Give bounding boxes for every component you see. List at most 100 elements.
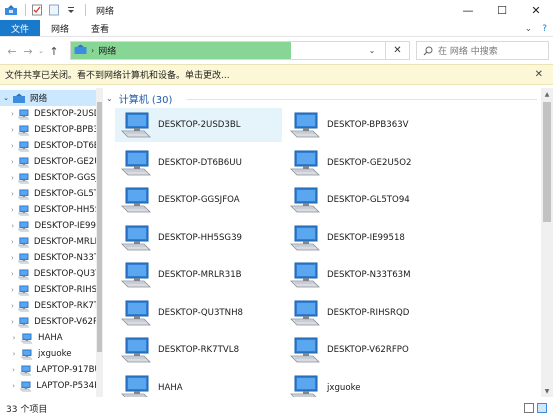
computer-tile[interactable]: DESKTOP-DT6B6UU bbox=[115, 146, 282, 180]
group-collapse-icon[interactable]: ⌄ bbox=[106, 94, 113, 103]
tab-file[interactable]: 文件 bbox=[0, 20, 41, 36]
close-button[interactable]: ✕ bbox=[519, 0, 553, 20]
nav-scroll-thumb[interactable] bbox=[97, 102, 102, 352]
stop-icon[interactable]: ✕ bbox=[385, 42, 409, 59]
details-view-icon[interactable] bbox=[524, 403, 534, 413]
nav-item-computer[interactable]: › DESKTOP-GE2U5O2 bbox=[0, 154, 96, 170]
forward-arrow-icon[interactable]: → bbox=[20, 41, 36, 61]
expand-chevron-icon[interactable]: › bbox=[8, 254, 17, 262]
computer-icon bbox=[290, 262, 320, 288]
group-header-computers[interactable]: ⌄ 计算机 (30) bbox=[106, 91, 172, 106]
tab-network[interactable]: 网络 bbox=[40, 20, 80, 36]
expand-chevron-icon[interactable]: › bbox=[8, 190, 17, 198]
scroll-up-icon[interactable]: ▲ bbox=[541, 88, 553, 100]
expand-chevron-icon[interactable]: › bbox=[8, 318, 17, 326]
minimize-button[interactable]: — bbox=[451, 0, 485, 20]
computer-tile[interactable]: DESKTOP-RK7TVL8 bbox=[115, 333, 282, 367]
help-icon[interactable]: ? bbox=[542, 24, 547, 34]
computer-tile[interactable]: DESKTOP-GL5TO94 bbox=[284, 183, 451, 217]
nav-item-computer[interactable]: › LAPTOP-917BU bbox=[0, 362, 96, 378]
computer-icon bbox=[290, 112, 320, 138]
expand-chevron-icon[interactable]: › bbox=[8, 142, 17, 150]
computer-icon bbox=[17, 109, 30, 120]
nav-label: DESKTOP-N33T63M bbox=[33, 253, 96, 263]
nav-item-computer[interactable]: › DESKTOP-V62RFPO bbox=[0, 314, 96, 330]
nav-item-computer[interactable]: › DESKTOP-GGSJFOA bbox=[0, 170, 96, 186]
expand-chevron-icon[interactable]: › bbox=[8, 206, 17, 214]
computer-tile[interactable]: DESKTOP-QU3TNH8 bbox=[115, 296, 282, 330]
nav-item-computer[interactable]: › DESKTOP-GL5TO94 bbox=[0, 186, 96, 202]
computer-tile[interactable]: jxguoke bbox=[284, 371, 451, 397]
nav-item-computer[interactable]: › LAPTOP-P534R bbox=[0, 378, 96, 394]
properties-icon[interactable] bbox=[30, 3, 44, 17]
breadcrumb-network[interactable]: 网络 bbox=[98, 44, 116, 57]
computer-tile[interactable]: DESKTOP-2USD3BL bbox=[115, 108, 282, 142]
expand-chevron-icon[interactable]: › bbox=[8, 350, 20, 358]
computer-icon bbox=[20, 333, 34, 344]
expand-chevron-icon[interactable]: › bbox=[8, 158, 17, 166]
nav-label: DESKTOP-V62RFPO bbox=[34, 317, 96, 327]
computer-tile[interactable]: HAHA bbox=[115, 371, 282, 397]
expand-chevron-icon[interactable]: › bbox=[8, 382, 19, 390]
computer-name: DESKTOP-2USD3BL bbox=[158, 120, 241, 130]
nav-scrollbar[interactable] bbox=[96, 88, 103, 397]
content-scroll-thumb[interactable] bbox=[543, 102, 551, 222]
expand-chevron-icon[interactable]: › bbox=[8, 286, 17, 294]
tiles-view-icon[interactable] bbox=[537, 403, 547, 413]
expand-chevron-icon[interactable]: › bbox=[8, 334, 20, 342]
expand-chevron-icon[interactable]: › bbox=[8, 174, 17, 182]
customize-toolbar-icon[interactable] bbox=[64, 3, 78, 17]
nav-item-computer[interactable]: › DESKTOP-QU3TNH8 bbox=[0, 266, 96, 282]
scroll-down-icon[interactable]: ▼ bbox=[541, 385, 553, 397]
back-arrow-icon[interactable]: ← bbox=[4, 41, 20, 61]
expand-chevron-icon[interactable]: › bbox=[8, 270, 17, 278]
ribbon-tabs: 文件 网络 查看 ⌄ ? bbox=[0, 20, 553, 37]
collapse-chevron-icon[interactable]: ⌄ bbox=[0, 94, 12, 102]
navigation-pane: ⌄ 网络 › DESKTOP-2USD3BL › DESKTOP-BPB363V › DE… bbox=[0, 88, 103, 397]
nav-item-computer[interactable]: › DESKTOP-IE99518 bbox=[0, 218, 96, 234]
nav-item-computer[interactable]: › DESKTOP-N33T63M bbox=[0, 250, 96, 266]
computer-icon bbox=[17, 189, 30, 200]
computer-tile[interactable]: DESKTOP-BPB363V bbox=[284, 108, 451, 142]
computer-icon bbox=[17, 221, 30, 232]
up-arrow-icon[interactable]: ↑ bbox=[46, 41, 62, 61]
expand-ribbon-icon[interactable]: ⌄ bbox=[525, 24, 533, 34]
computer-icon bbox=[121, 300, 151, 325]
recent-locations-icon[interactable]: ⌄ bbox=[36, 41, 46, 61]
computer-tile[interactable]: DESKTOP-MRLR31B bbox=[115, 258, 282, 292]
search-input[interactable]: 在 网络 中搜索 bbox=[416, 41, 549, 60]
expand-chevron-icon[interactable]: › bbox=[8, 110, 17, 118]
nav-item-computer[interactable]: › HAHA bbox=[0, 330, 96, 346]
computer-tile[interactable]: DESKTOP-N33T63M bbox=[284, 258, 451, 292]
nav-item-network[interactable]: ⌄ 网络 bbox=[0, 90, 96, 106]
computer-tile[interactable]: DESKTOP-RIHSRQD bbox=[284, 296, 451, 330]
expand-chevron-icon[interactable]: › bbox=[8, 302, 17, 310]
computer-tile[interactable]: DESKTOP-IE99518 bbox=[284, 221, 451, 255]
nav-item-computer[interactable]: › DESKTOP-MRLR31B bbox=[0, 234, 96, 250]
nav-item-computer[interactable]: › DESKTOP-HH5SG39 bbox=[0, 202, 96, 218]
address-dropdown-icon[interactable]: ⌄ bbox=[365, 42, 379, 59]
info-bar[interactable]: 文件共享已关闭。看不到网络计算机和设备。单击更改... ✕ bbox=[0, 64, 553, 85]
computer-tile[interactable]: DESKTOP-GE2U5O2 bbox=[284, 146, 451, 180]
maximize-button[interactable]: ☐ bbox=[485, 0, 519, 20]
expand-chevron-icon[interactable]: › bbox=[8, 126, 17, 134]
nav-item-computer[interactable]: › DESKTOP-BPB363V bbox=[0, 122, 96, 138]
tab-view[interactable]: 查看 bbox=[80, 20, 120, 36]
network-folder-icon bbox=[4, 3, 18, 17]
info-bar-close-icon[interactable]: ✕ bbox=[535, 69, 543, 80]
nav-item-computer[interactable]: › jxguoke bbox=[0, 346, 96, 362]
computer-tile[interactable]: DESKTOP-HH5SG39 bbox=[115, 221, 282, 255]
breadcrumb-chevron-icon[interactable]: › bbox=[91, 46, 94, 55]
computer-tile[interactable]: DESKTOP-V62RFPO bbox=[284, 333, 451, 367]
address-bar[interactable]: › 网络 ⌄ ✕ bbox=[70, 41, 410, 60]
nav-item-computer[interactable]: › DESKTOP-DT6B6UU bbox=[0, 138, 96, 154]
content-scrollbar[interactable]: ▲ ▼ bbox=[541, 88, 553, 397]
new-folder-icon[interactable] bbox=[47, 3, 61, 17]
expand-chevron-icon[interactable]: › bbox=[8, 222, 17, 230]
computer-tile[interactable]: DESKTOP-GGSJFOA bbox=[115, 183, 282, 217]
expand-chevron-icon[interactable]: › bbox=[8, 366, 19, 374]
nav-item-computer[interactable]: › DESKTOP-RK7TVL8 bbox=[0, 298, 96, 314]
nav-item-computer[interactable]: › DESKTOP-2USD3BL bbox=[0, 106, 96, 122]
nav-item-computer[interactable]: › DESKTOP-RIHSRQD bbox=[0, 282, 96, 298]
expand-chevron-icon[interactable]: › bbox=[8, 238, 17, 246]
